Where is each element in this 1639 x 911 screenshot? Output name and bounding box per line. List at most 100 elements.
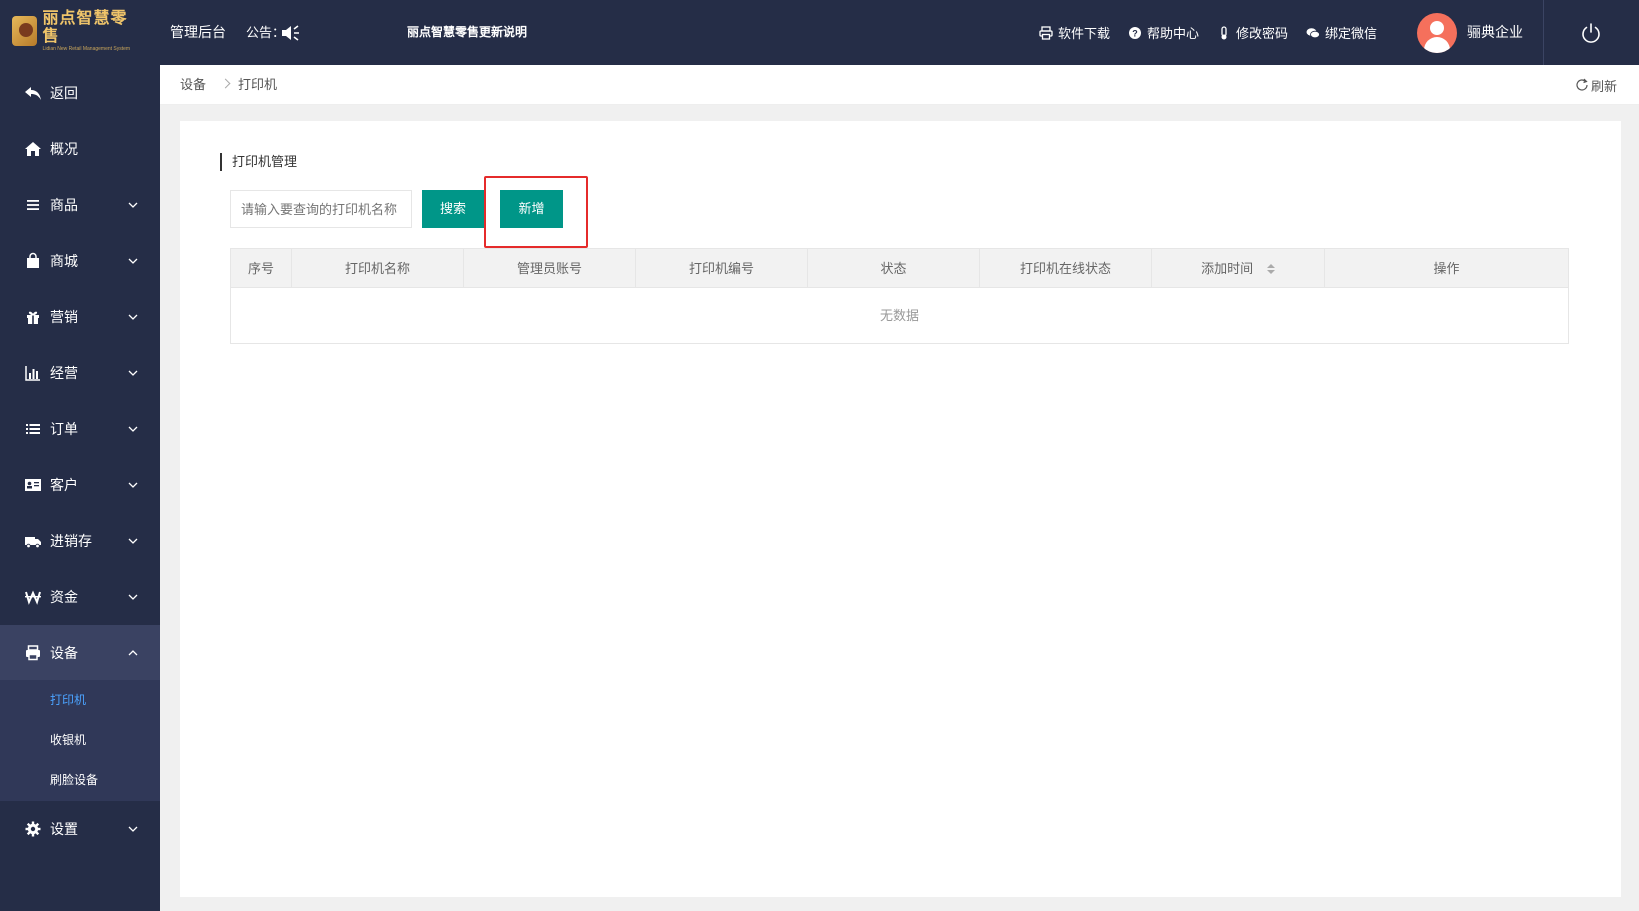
question-icon: ?	[1129, 26, 1142, 39]
sidebar-item-overview[interactable]: 概况	[0, 121, 160, 177]
column-header-printer-name: 打印机名称	[292, 249, 464, 288]
sidebar-item-funds[interactable]: 资金	[0, 569, 160, 625]
chevron-up-icon	[128, 650, 138, 656]
bind-wechat-link[interactable]: 绑定微信	[1306, 23, 1377, 42]
section-title: 打印机管理	[220, 153, 297, 171]
breadcrumb-current: 打印机	[238, 77, 278, 92]
sidebar-item-marketing[interactable]: 营销	[0, 289, 160, 345]
column-header-status: 状态	[808, 249, 980, 288]
sort-icon[interactable]	[1266, 263, 1275, 275]
breadcrumb-parent[interactable]: 设备	[180, 65, 206, 105]
gear-icon	[25, 821, 41, 837]
thermometer-icon	[1221, 25, 1227, 39]
chevron-down-icon	[128, 594, 138, 600]
sidebar-item-label: 返回	[50, 85, 78, 101]
column-header-online-status: 打印机在线状态	[980, 249, 1152, 288]
column-header-index: 序号	[231, 249, 292, 288]
printer-search-input[interactable]	[230, 190, 412, 228]
sidebar-item-orders[interactable]: 订单	[0, 401, 160, 457]
sidebar-item-label: 商品	[50, 197, 78, 213]
bar-chart-icon	[25, 366, 40, 381]
bind-wechat-label: 绑定微信	[1325, 26, 1378, 41]
company-name[interactable]: 骊典企业	[1467, 0, 1523, 65]
column-header-add-time-label: 添加时间	[1201, 261, 1254, 276]
chevron-down-icon	[128, 538, 138, 544]
sidebar-item-label: 经营	[50, 365, 78, 381]
svg-text:?: ?	[1132, 28, 1138, 38]
sidebar-item-label: 设备	[50, 645, 78, 661]
refresh-button[interactable]: 刷新	[1575, 65, 1617, 105]
sidebar-item-label: 营销	[50, 309, 78, 325]
top-header: 丽点智慧零售 Lidian New Retail Management Syst…	[0, 0, 1639, 65]
add-button[interactable]: 新增	[500, 190, 563, 228]
submenu-item-face-device[interactable]: 刷脸设备	[0, 760, 160, 800]
devices-submenu: 打印机 收银机 刷脸设备	[0, 680, 160, 801]
power-icon[interactable]	[1580, 22, 1602, 44]
chevron-down-icon	[128, 370, 138, 376]
chevron-down-icon	[128, 426, 138, 432]
sidebar-item-mall[interactable]: 商城	[0, 233, 160, 289]
refresh-label: 刷新	[1591, 78, 1618, 94]
sidebar-item-goods[interactable]: 商品	[0, 177, 160, 233]
list-icon	[26, 424, 40, 434]
header-divider	[1543, 0, 1544, 65]
sidebar-item-back[interactable]: 返回	[0, 65, 160, 121]
table-header: 序号 打印机名称 管理员账号 打印机编号 状态 打印机在线状态 添加时间 操作	[231, 249, 1568, 288]
chat-icon	[1306, 27, 1320, 38]
column-header-printer-number: 打印机编号	[636, 249, 808, 288]
column-header-add-time[interactable]: 添加时间	[1152, 249, 1325, 288]
printer-icon	[1039, 25, 1053, 40]
top-menu: 软件下载 ? 帮助中心 修改密码 绑定微信	[1039, 0, 1395, 65]
home-icon	[25, 142, 41, 156]
id-card-icon	[25, 479, 41, 491]
bag-icon	[27, 252, 39, 268]
column-header-actions: 操作	[1433, 261, 1460, 276]
sidebar-item-devices[interactable]: 设备	[0, 625, 160, 681]
search-button[interactable]: 搜索	[422, 190, 484, 228]
speaker-icon	[282, 25, 299, 41]
sidebar-item-label: 商城	[50, 253, 78, 269]
software-download-label: 软件下载	[1058, 26, 1111, 41]
change-password-link[interactable]: 修改密码	[1217, 23, 1288, 42]
truck-icon	[25, 537, 41, 549]
printer-table: 序号 打印机名称 管理员账号 打印机编号 状态 打印机在线状态 添加时间 操作 …	[230, 248, 1569, 344]
printer-icon	[26, 645, 40, 661]
help-center-label: 帮助中心	[1147, 26, 1200, 41]
gift-icon	[27, 311, 39, 324]
logo-subtitle: Lidian New Retail Management System	[42, 45, 131, 52]
won-icon	[25, 590, 41, 605]
logo-mark-icon	[12, 16, 37, 46]
chevron-down-icon	[128, 202, 138, 208]
notice-label: 公告：	[246, 25, 286, 40]
main-panel: 打印机管理 搜索 新增 序号 打印机名称 管理员账号 打印机编号 状态 打印机在…	[180, 121, 1621, 897]
chevron-down-icon	[128, 826, 138, 832]
sidebar-item-label: 概况	[50, 141, 78, 157]
notice-text[interactable]: 丽点智慧零售更新说明	[407, 0, 527, 65]
sidebar-item-customers[interactable]: 客户	[0, 457, 160, 513]
change-password-label: 修改密码	[1236, 26, 1289, 41]
sidebar-item-label: 资金	[50, 589, 78, 605]
avatar[interactable]	[1417, 13, 1457, 53]
sidebar-item-operation[interactable]: 经营	[0, 345, 160, 401]
sidebar-item-inventory[interactable]: 进销存	[0, 513, 160, 569]
submenu-item-cashier[interactable]: 收银机	[0, 720, 160, 760]
chevron-down-icon	[128, 314, 138, 320]
admin-link[interactable]: 管理后台	[170, 0, 226, 65]
breadcrumb-separator-icon	[220, 78, 231, 89]
chevron-down-icon	[128, 482, 138, 488]
sidebar-item-label: 订单	[50, 421, 78, 437]
software-download-link[interactable]: 软件下载	[1039, 23, 1110, 42]
column-header-admin-account: 管理员账号	[464, 249, 636, 288]
sidebar-item-label: 设置	[50, 821, 78, 837]
logo-title: 丽点智慧零售	[42, 9, 128, 45]
help-center-link[interactable]: ? 帮助中心	[1128, 23, 1199, 42]
sidebar-item-label: 客户	[50, 477, 78, 493]
logo[interactable]: 丽点智慧零售 Lidian New Retail Management Syst…	[12, 10, 132, 52]
back-arrow-icon	[25, 87, 41, 100]
refresh-icon	[1576, 78, 1588, 91]
menu-lines-icon	[27, 200, 39, 210]
submenu-item-printer[interactable]: 打印机	[0, 680, 160, 720]
sidebar: 返回 概况 商品 商城 营销 经营 订单 客户 进销存 资金 设备 打印机 收银…	[0, 65, 160, 911]
sidebar-item-settings[interactable]: 设置	[0, 801, 160, 857]
table-empty-text: 无数据	[879, 308, 919, 323]
